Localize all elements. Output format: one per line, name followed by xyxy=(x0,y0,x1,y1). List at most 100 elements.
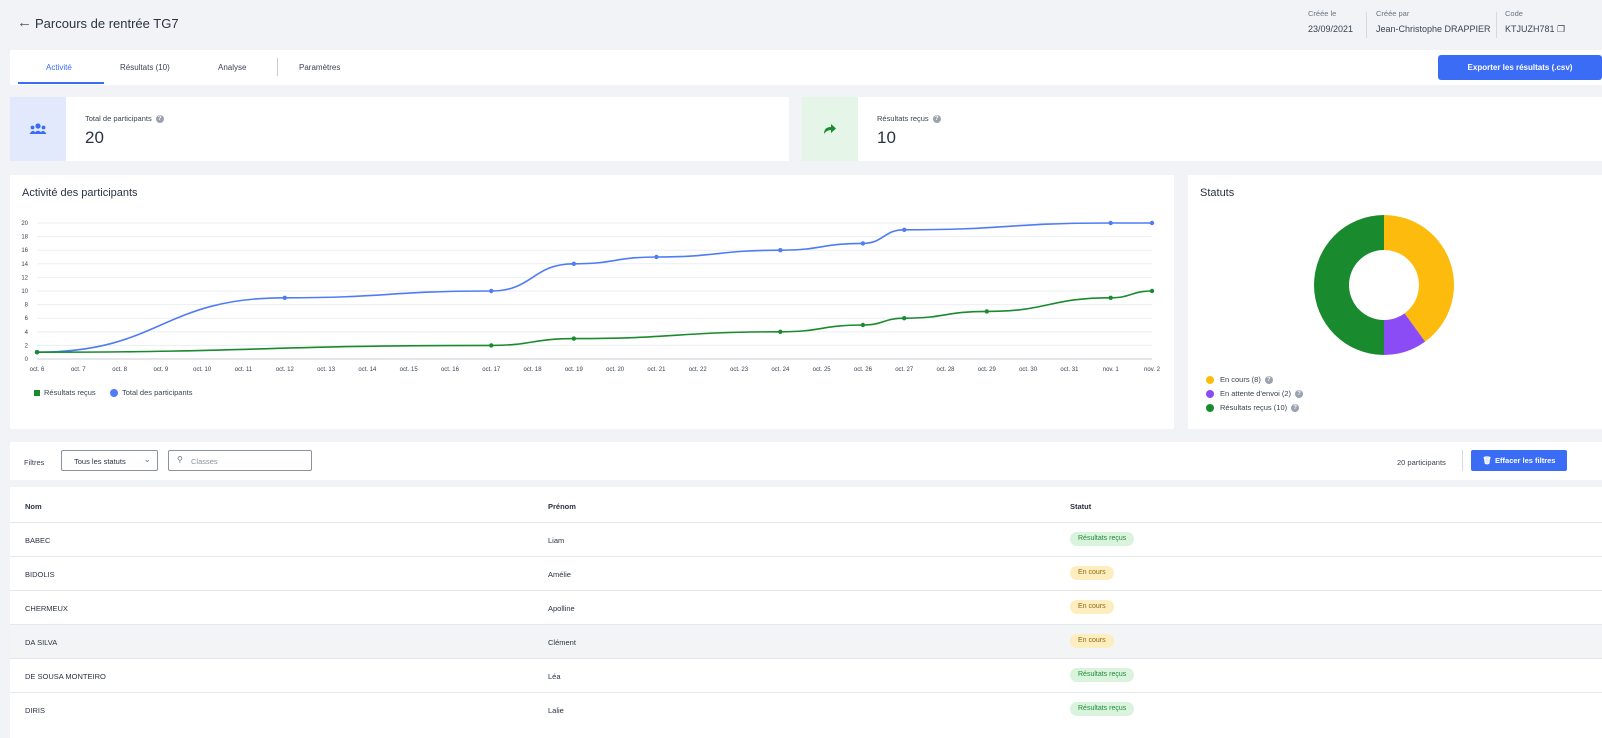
status-badge: En cours xyxy=(1070,566,1114,580)
status-badge: Résultats reçus xyxy=(1070,702,1135,716)
code-value: KTJUZH781 ❐ xyxy=(1505,24,1566,34)
table-row[interactable]: CHERMEUX Apolline En cours xyxy=(10,590,1602,624)
created-date: Créée le 23/09/2021 xyxy=(1308,9,1353,34)
x-tick-label: oct. 19 xyxy=(565,367,584,373)
x-tick-label: oct. 14 xyxy=(358,367,377,373)
column-header-nom[interactable]: Nom xyxy=(25,502,42,511)
data-point-results[interactable] xyxy=(34,350,40,355)
statuts-donut-chart xyxy=(1314,215,1454,355)
help-icon[interactable]: ? xyxy=(932,115,941,124)
data-point-total[interactable] xyxy=(778,248,783,253)
cell-nom: DE SOUSA MONTEIRO xyxy=(25,672,106,681)
tab-resultats[interactable]: Résultats (10) xyxy=(120,63,170,72)
tab-divider xyxy=(277,58,278,76)
table-row[interactable]: DA SILVA Clément En cours xyxy=(10,624,1602,658)
y-tick-label: 12 xyxy=(21,275,28,281)
users-icon xyxy=(10,97,66,161)
data-point-results[interactable] xyxy=(984,309,990,314)
data-point-results[interactable] xyxy=(489,343,494,348)
column-header-statut[interactable]: Statut xyxy=(1070,502,1091,511)
tab-parametres[interactable]: Paramètres xyxy=(299,63,340,72)
data-point-results[interactable] xyxy=(1149,288,1155,294)
x-tick-label: oct. 16 xyxy=(441,367,460,373)
legend-total[interactable]: Total des participants xyxy=(110,388,192,397)
data-point-results[interactable] xyxy=(902,316,907,321)
filters-divider xyxy=(1462,450,1463,471)
results-stat-label: Résultats reçus? xyxy=(877,114,941,124)
help-icon[interactable]: ? xyxy=(1264,375,1273,384)
data-point-results[interactable] xyxy=(778,329,783,334)
x-tick-label: oct. 7 xyxy=(71,367,86,373)
data-point-total[interactable] xyxy=(489,288,494,294)
data-point-results[interactable] xyxy=(1108,295,1113,300)
data-point-total[interactable] xyxy=(1149,220,1155,226)
help-icon[interactable]: ? xyxy=(1295,389,1304,398)
access-code: Code KTJUZH781 ❐ xyxy=(1505,9,1565,35)
y-tick-label: 6 xyxy=(25,316,29,322)
participants-table: Nom Prénom Statut BABEC Liam Résultats r… xyxy=(10,487,1602,738)
data-point-total[interactable] xyxy=(571,261,577,266)
meta-divider xyxy=(1496,12,1497,38)
column-header-prenom[interactable]: Prénom xyxy=(548,502,576,511)
data-point-total[interactable] xyxy=(860,241,866,246)
results-stat-card: Résultats reçus? 10 xyxy=(802,97,1602,161)
export-results-button[interactable]: Exporter les résultats (.csv) xyxy=(1438,55,1602,80)
clear-filters-button[interactable]: 🗑 Effacer les filtres xyxy=(1471,450,1567,471)
data-point-total[interactable] xyxy=(902,227,907,232)
x-tick-label: oct. 27 xyxy=(895,367,914,373)
data-point-total[interactable] xyxy=(654,254,659,260)
legend-swatch xyxy=(110,388,118,397)
tab-activite[interactable]: Activité xyxy=(46,63,72,72)
legend-swatch xyxy=(1206,403,1214,412)
created-label: Créée le xyxy=(1308,9,1337,18)
data-point-total[interactable] xyxy=(282,295,287,300)
table-row[interactable]: BIDOLIS Amélie En cours xyxy=(10,556,1602,590)
activity-chart-card: Activité des participants 0 2 4 6 8 10 12 14 16 1… xyxy=(10,175,1174,429)
data-point-results[interactable] xyxy=(860,322,866,328)
x-tick-label: oct. 11 xyxy=(235,367,253,373)
author-value: Jean-Christophe DRAPPIER xyxy=(1376,24,1491,34)
legend-recus[interactable]: Résultats reçus (10)? xyxy=(1206,403,1300,412)
status-select[interactable]: Tous les statuts ⌄ xyxy=(61,450,158,471)
meta-divider xyxy=(1366,12,1367,38)
help-icon[interactable]: ? xyxy=(1291,403,1300,412)
legend-results[interactable]: Résultats reçus xyxy=(34,388,96,397)
data-point-total[interactable] xyxy=(1108,220,1113,226)
tab-analyse[interactable]: Analyse xyxy=(218,63,246,72)
table-row[interactable]: DE SOUSA MONTEIRO Léa Résultats reçus xyxy=(10,658,1602,692)
legend-en-attente[interactable]: En attente d'envoi (2)? xyxy=(1206,389,1304,398)
legend-swatch xyxy=(34,389,40,396)
code-label: Code xyxy=(1505,9,1523,18)
cell-nom: BIDOLIS xyxy=(25,570,55,579)
x-tick-label: oct. 21 xyxy=(647,367,666,373)
cell-prenom: Amélie xyxy=(548,570,571,579)
data-point-results[interactable] xyxy=(571,336,577,341)
cell-prenom: Léa xyxy=(548,672,561,681)
statuts-card: Statuts En cours (8)? En attente d'envoi… xyxy=(1188,175,1602,429)
series-line-results xyxy=(36,290,1153,353)
copy-icon[interactable]: ❐ xyxy=(1557,24,1565,34)
participants-count: 20 participants xyxy=(1397,458,1446,467)
filters-label: Filtres xyxy=(24,458,45,467)
status-badge: Résultats reçus xyxy=(1070,532,1135,546)
classes-search[interactable]: ⚲ xyxy=(168,450,312,471)
activity-line-chart: 0 2 4 6 8 10 12 14 16 18 20 oct. 6 oct. 7 oct. 8 oct. … xyxy=(21,220,1161,373)
slice-recus[interactable] xyxy=(1314,215,1384,355)
classes-search-input[interactable] xyxy=(191,455,301,467)
help-icon[interactable]: ? xyxy=(155,115,164,124)
participants-stat-value: 20 xyxy=(85,128,104,147)
page-header: ← Parcours de rentrée TG7 Créée le 23/09… xyxy=(0,0,1602,48)
cell-nom: DA SILVA xyxy=(25,638,58,647)
status-select-value: Tous les statuts xyxy=(74,457,126,466)
trash-icon: 🗑 xyxy=(1482,456,1493,465)
cell-nom: BABEC xyxy=(25,536,51,545)
cell-prenom: Lalie xyxy=(548,706,564,715)
arrow-left-icon[interactable]: ← xyxy=(17,14,32,31)
table-row[interactable]: BABEC Liam Résultats reçus xyxy=(10,522,1602,556)
active-tab-indicator xyxy=(18,82,104,84)
status-badge: Résultats reçus xyxy=(1070,668,1135,682)
x-tick-label: oct. 30 xyxy=(1019,367,1038,373)
x-tick-label: oct. 17 xyxy=(482,367,501,373)
legend-en-cours[interactable]: En cours (8)? xyxy=(1206,375,1273,384)
table-row[interactable]: DIRIS Lalie Résultats reçus xyxy=(10,692,1602,726)
